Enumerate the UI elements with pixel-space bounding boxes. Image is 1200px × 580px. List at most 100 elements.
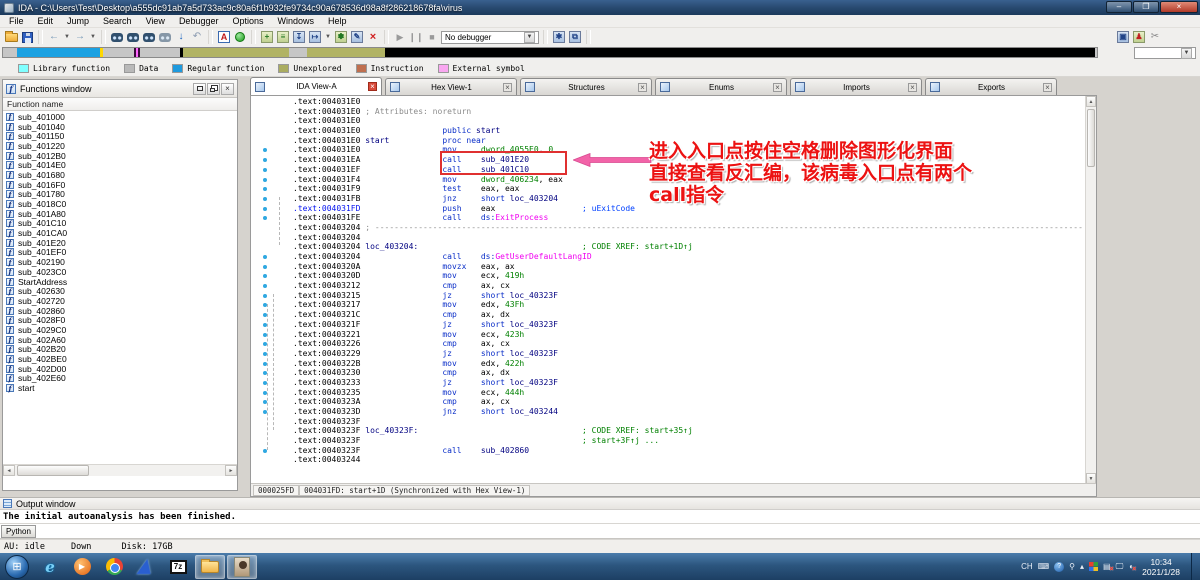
scroll-left-icon[interactable]: ◄ <box>3 465 15 476</box>
toggle-window-icon[interactable]: ⧉ <box>568 30 582 44</box>
function-list-item[interactable]: f sub_401EF0 <box>3 247 237 257</box>
disassembly-line[interactable]: .text:00403221 mov ecx, 423h <box>251 330 1085 340</box>
function-list-item[interactable]: f sub_402D00 <box>3 364 237 374</box>
functions-horizontal-scrollbar[interactable]: ◄ ► <box>3 464 237 476</box>
help-icon[interactable]: ? <box>1054 561 1065 572</box>
maximize-button[interactable]: ❐ <box>1133 1 1159 13</box>
tab-structures[interactable]: Structures × <box>520 78 652 95</box>
navigation-band[interactable] <box>2 47 1098 58</box>
disassembly-line[interactable]: .text:0040322B mov edx, 422h <box>251 359 1085 369</box>
python-button[interactable]: Python <box>1 524 36 538</box>
show-desktop-button[interactable] <box>1191 553 1200 580</box>
start-button[interactable]: ⊞ <box>5 554 29 579</box>
chevron-down-icon[interactable]: ▼ <box>524 31 535 43</box>
disassembly-line[interactable]: .text:00403204 ; -----------------------… <box>251 223 1085 233</box>
disassembly-line[interactable]: .text:0040323F <box>251 417 1085 427</box>
tab-enums[interactable]: Enums × <box>655 78 787 95</box>
function-list-item[interactable]: f sub_401C10 <box>3 218 237 228</box>
function-list-item[interactable]: f sub_402E60 <box>3 373 237 383</box>
text-view-icon[interactable]: A <box>217 30 231 44</box>
disassembly-line[interactable]: .text:00403204 call ds:GetUserDefaultLan… <box>251 252 1085 262</box>
function-list-item[interactable]: f sub_401040 <box>3 122 237 132</box>
run-until-icon[interactable]: ✽ <box>334 30 348 44</box>
menu-item-edit[interactable]: Edit <box>31 16 61 26</box>
menu-item-options[interactable]: Options <box>225 16 270 26</box>
disassembly-line[interactable]: .text:004031E0 ; Attributes: noreturn <box>251 107 1085 117</box>
function-list-item[interactable]: f sub_401E20 <box>3 238 237 248</box>
function-list-item[interactable]: f sub_4018C0 <box>3 199 237 209</box>
close-button[interactable]: × <box>1160 1 1198 13</box>
explorer-icon[interactable] <box>195 554 225 579</box>
jump-address-icon[interactable]: ↓ <box>174 30 188 44</box>
debugger-stop-icon[interactable]: ■ <box>425 30 439 44</box>
navigate-back-icon[interactable]: ← <box>47 30 61 44</box>
menu-item-view[interactable]: View <box>139 16 172 26</box>
chevron-down-icon[interactable]: ▼ <box>1181 47 1192 59</box>
image-viewer-icon[interactable] <box>227 554 257 579</box>
function-list-item[interactable]: f sub_402BE0 <box>3 354 237 364</box>
function-list-item[interactable]: f sub_401A80 <box>3 209 237 219</box>
disassembly-line[interactable]: .text:00403230 cmp ax, dx <box>251 368 1085 378</box>
disassembly-line[interactable]: .text:00403226 cmp ax, cx <box>251 339 1085 349</box>
function-list-item[interactable]: f sub_401150 <box>3 131 237 141</box>
network-status-icon[interactable]: ▤ <box>1103 562 1113 573</box>
analysis-indicator-icon[interactable] <box>233 30 247 44</box>
debugger-pause-icon[interactable]: ❙❙ <box>408 30 423 44</box>
usb-icon[interactable]: ⚲ <box>1069 562 1075 571</box>
scrollbar-thumb[interactable] <box>1087 109 1095 167</box>
minimize-button[interactable]: – <box>1106 1 1132 13</box>
command-line-input[interactable] <box>37 524 1198 538</box>
output-log[interactable]: The initial autoanalysis has been finish… <box>0 510 1200 524</box>
function-list-item[interactable]: f sub_401CA0 <box>3 228 237 238</box>
back-dropdown-icon[interactable]: ▼ <box>63 30 71 44</box>
disassembly-vertical-scrollbar[interactable]: ▲ ▼ <box>1085 96 1096 484</box>
internet-explorer-icon[interactable]: e <box>35 555 65 579</box>
display-icon[interactable]: 🖵 <box>1116 562 1124 572</box>
disassembly-line[interactable]: .text:00403212 cmp ax, cx <box>251 281 1085 291</box>
disassembly-line[interactable]: .text:0040323D jnz short loc_403244 <box>251 407 1085 417</box>
disassembly-line[interactable]: .text:0040320D mov ecx, 419h <box>251 271 1085 281</box>
cancel-icon[interactable]: × <box>366 30 380 44</box>
tab-close-icon[interactable]: × <box>773 82 782 92</box>
function-list-item[interactable]: f StartAddress <box>3 277 237 287</box>
disassembly-line[interactable]: .text:0040323F ; start+3F↑j ... <box>251 436 1085 446</box>
taskbar-clock[interactable]: 10:34 2021/1/28 <box>1142 557 1180 577</box>
step-into-icon[interactable]: ↧ <box>292 30 306 44</box>
menu-item-search[interactable]: Search <box>96 16 139 26</box>
windows-list-icon[interactable]: ▣ <box>1116 30 1130 44</box>
debugger-start-icon[interactable]: ▶ <box>393 30 407 44</box>
scrollbar-thumb[interactable] <box>17 465 89 476</box>
disassembly-line[interactable]: .text:00403215 jz short loc_40323F <box>251 291 1085 301</box>
breakpoint-list-icon[interactable]: ≡ <box>276 30 290 44</box>
keyboard-icon[interactable]: ⌨ <box>1038 562 1050 571</box>
function-list-item[interactable]: f sub_402630 <box>3 286 237 296</box>
vm-tools-icon[interactable] <box>1089 562 1099 571</box>
disassembly-line[interactable]: .text:004031E0 <box>251 116 1085 126</box>
edit-function-icon[interactable]: ✎ <box>350 30 364 44</box>
function-name-column-header[interactable]: Function name <box>3 98 237 111</box>
scroll-up-icon[interactable]: ▲ <box>1086 96 1096 107</box>
menu-item-windows[interactable]: Windows <box>271 16 322 26</box>
function-list-item[interactable]: f sub_4012B0 <box>3 151 237 161</box>
disassembly-line[interactable]: .text:004031FE call ds:ExitProcess <box>251 213 1085 223</box>
save-icon[interactable] <box>20 30 34 44</box>
navband-select[interactable]: ▼ <box>1134 47 1196 59</box>
disassembly-line[interactable]: .text:00403229 jz short loc_40323F <box>251 349 1085 359</box>
sevenzip-icon[interactable]: 7z <box>163 555 193 579</box>
disassembly-line[interactable]: .text:0040323F call sub_402860 <box>251 446 1085 456</box>
disassembly-line[interactable]: .text:00403217 mov edx, 43Fh <box>251 300 1085 310</box>
tab-ida-view-a[interactable]: IDA View-A × <box>250 77 382 95</box>
tab-close-icon[interactable]: × <box>1043 82 1052 92</box>
disassembly-line[interactable]: .text:0040321C cmp ax, dx <box>251 310 1085 320</box>
media-player-icon[interactable]: ▶ <box>67 555 97 579</box>
scissors-icon[interactable]: ✂ <box>1148 30 1162 44</box>
function-list-item[interactable]: f sub_4016F0 <box>3 180 237 190</box>
open-file-icon[interactable] <box>4 30 18 44</box>
tab-close-icon[interactable]: × <box>368 82 377 91</box>
scroll-right-icon[interactable]: ► <box>225 465 237 476</box>
menu-item-help[interactable]: Help <box>321 16 354 26</box>
function-list-item[interactable]: f sub_401780 <box>3 189 237 199</box>
function-list-item[interactable]: f sub_401680 <box>3 170 237 180</box>
function-list-item[interactable]: f sub_402860 <box>3 306 237 316</box>
disassembly-line[interactable]: .text:0040323A cmp ax, cx <box>251 397 1085 407</box>
